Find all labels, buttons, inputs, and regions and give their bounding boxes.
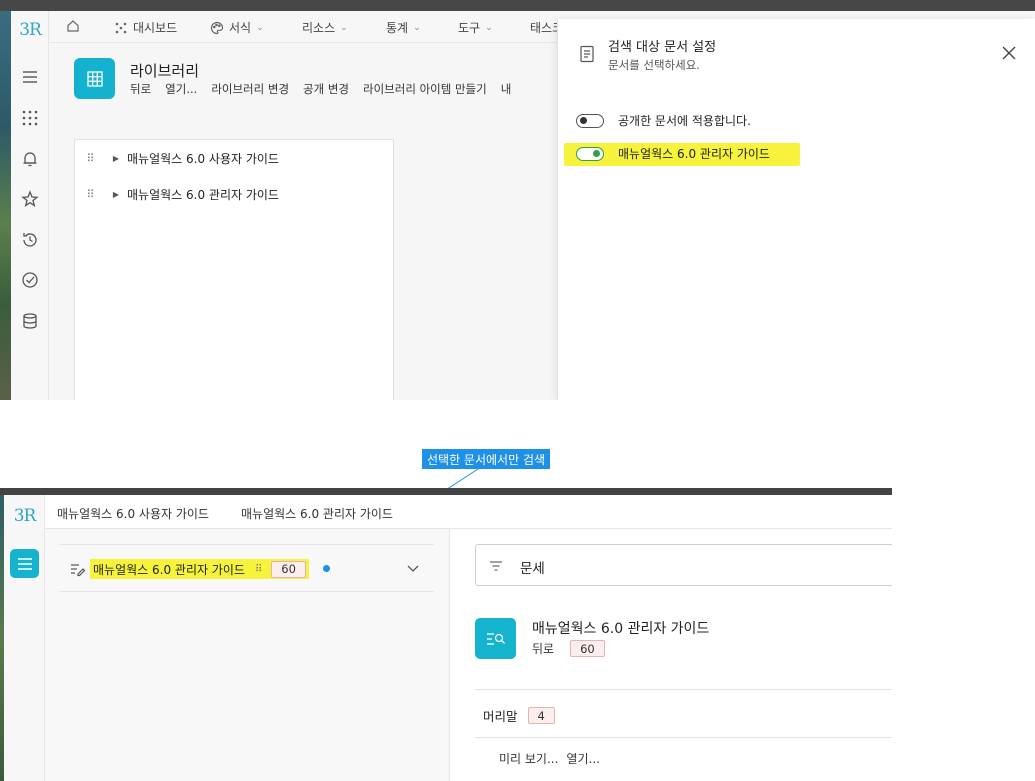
filter-icon[interactable]	[488, 558, 504, 574]
open-link[interactable]: 열기...	[566, 750, 600, 767]
search-results-panel: 문세 매뉴얼웍스 6.0 관리자 가이드 뒤로 60 머리말 4 미리 보기..…	[451, 529, 892, 781]
selected-document-row[interactable]: 매뉴얼웍스 6.0 관리자 가이드 ⠿ 60	[60, 544, 434, 592]
chevron-down-icon[interactable]	[406, 560, 420, 574]
toggle-label: 공개한 문서에 적용합니다.	[618, 114, 751, 128]
search-document-icon	[475, 618, 516, 659]
chevron-down-icon: ⌄	[413, 22, 421, 33]
app-logo[interactable]: 3R	[11, 20, 49, 40]
expand-triangle-icon[interactable]: ▶	[105, 190, 127, 199]
chevron-down-icon: ⌄	[340, 22, 348, 33]
section-label: 머리말	[483, 709, 518, 724]
left-rail: 3R	[4, 495, 45, 781]
divider	[475, 737, 892, 738]
result-actions: 미리 보기... 열기...	[499, 750, 600, 767]
more-link[interactable]: 내	[501, 81, 512, 97]
star-icon[interactable]	[21, 190, 39, 208]
tree-item-label: 매뉴얼웍스 6.0 관리자 가이드	[127, 187, 279, 202]
tab-user-guide[interactable]: 매뉴얼웍스 6.0 사용자 가이드	[57, 505, 209, 522]
nav-label: 통계	[386, 21, 409, 35]
search-target-drawer: 검색 대상 문서 설정 문서를 선택하세요. 공개한 문서에 적용합니다. 매뉴…	[557, 19, 1035, 400]
hamburger-icon	[17, 557, 32, 570]
admin-guide-toggle[interactable]	[576, 146, 604, 161]
tab-admin-guide[interactable]: 매뉴얼웍스 6.0 관리자 가이드	[241, 505, 393, 522]
table-grid-icon	[74, 58, 115, 99]
chevron-down-icon: ⌄	[485, 22, 493, 33]
nav-label: 도구	[458, 21, 481, 35]
selected-document-label: 매뉴얼웍스 6.0 관리자 가이드	[93, 562, 245, 577]
bottom-screenshot: 3R 매뉴얼웍스 6.0 사용자 가이드 매뉴얼웍스 6.0 관리자 가이드 매…	[0, 488, 892, 781]
nav-label: 대시보드	[133, 21, 178, 35]
window-top-strip	[0, 488, 892, 495]
count-badge: 60	[570, 640, 605, 657]
nav-dashboard[interactable]: 대시보드	[114, 19, 177, 36]
toggle-row-public[interactable]: 공개한 문서에 적용합니다.	[576, 112, 751, 129]
library-actions: 뒤로 열기... 라이브러리 변경 공개 변경 라이브러리 아이템 만들기 내	[130, 81, 511, 97]
expand-triangle-icon[interactable]: ▶	[105, 154, 127, 163]
app-logo[interactable]: 3R	[4, 506, 45, 526]
history-icon[interactable]	[21, 231, 39, 249]
palette-icon	[210, 21, 224, 35]
selected-document-highlight: 매뉴얼웍스 6.0 관리자 가이드 ⠿ 60	[90, 559, 309, 579]
back-link[interactable]: 뒤로	[130, 81, 151, 97]
drawer-title: 검색 대상 문서 설정	[608, 40, 717, 55]
callout-anchor-dot	[323, 565, 330, 572]
document-tabs: 매뉴얼웍스 6.0 사용자 가이드 매뉴얼웍스 6.0 관리자 가이드	[45, 495, 892, 529]
menu-button[interactable]	[10, 549, 39, 578]
tree-item[interactable]: ⠿ ▶ 매뉴얼웍스 6.0 사용자 가이드	[75, 147, 393, 169]
edit-list-icon[interactable]	[70, 561, 86, 577]
highlight-marker: 매뉴얼웍스 6.0 관리자 가이드	[564, 143, 800, 166]
nav-label: 리소스	[302, 21, 336, 35]
bell-icon[interactable]	[21, 150, 39, 168]
dashboard-icon	[114, 21, 128, 35]
left-rail: 3R	[11, 11, 49, 400]
drag-handle-icon[interactable]: ⠿	[75, 188, 105, 201]
result-meta: 뒤로 60	[532, 640, 605, 657]
window-top-strip	[0, 0, 1035, 11]
close-icon[interactable]	[1001, 45, 1017, 61]
change-public-link[interactable]: 공개 변경	[303, 81, 349, 97]
page-title: 라이브러리	[130, 62, 200, 80]
search-input[interactable]: 문세	[475, 544, 892, 586]
create-library-item-link[interactable]: 라이브러리 아이템 만들기	[363, 81, 487, 97]
change-library-link[interactable]: 라이브러리 변경	[211, 81, 289, 97]
toggle-row-admin-guide[interactable]: 매뉴얼웍스 6.0 관리자 가이드	[564, 143, 800, 166]
tree-item-label: 매뉴얼웍스 6.0 사용자 가이드	[127, 151, 279, 166]
selected-documents-panel: 매뉴얼웍스 6.0 관리자 가이드 ⠿ 60	[45, 529, 450, 781]
home-icon	[66, 19, 80, 33]
preview-link[interactable]: 미리 보기...	[499, 750, 558, 767]
grid-dots-icon[interactable]	[21, 109, 39, 127]
database-icon[interactable]	[21, 312, 39, 330]
chevron-down-icon: ⌄	[256, 22, 264, 33]
library-tree-panel: ⠿ ▶ 매뉴얼웍스 6.0 사용자 가이드 ⠿ ▶ 매뉴얼웍스 6.0 관리자 …	[74, 139, 394, 400]
count-badge: 4	[527, 707, 555, 724]
document-icon	[578, 45, 596, 63]
toggle-label: 매뉴얼웍스 6.0 관리자 가이드	[618, 147, 770, 161]
drag-handle-icon[interactable]: ⠿	[255, 564, 262, 575]
check-circle-icon[interactable]	[21, 271, 39, 289]
nav-statistics[interactable]: 통계 ⌄	[386, 19, 421, 36]
open-link[interactable]: 열기...	[165, 81, 197, 97]
drawer-subtitle: 문서를 선택하세요.	[608, 58, 700, 72]
drag-handle-icon[interactable]: ⠿	[75, 152, 105, 165]
section-row[interactable]: 머리말 4	[483, 706, 555, 725]
public-docs-toggle[interactable]	[576, 113, 604, 128]
tree-item[interactable]: ⠿ ▶ 매뉴얼웍스 6.0 관리자 가이드	[75, 183, 393, 205]
search-value: 문세	[520, 561, 545, 577]
divider	[475, 689, 892, 690]
nav-label: 서식	[229, 21, 252, 35]
hamburger-icon[interactable]	[21, 68, 39, 86]
nav-tools[interactable]: 도구 ⌄	[458, 19, 493, 36]
top-screenshot: 3R 대시보드 서식 ⌄ 리소스 ⌄ 통계 ⌄ 도구 ⌄ 태스크 라이브러리 뒤…	[0, 0, 1035, 400]
nav-resources[interactable]: 리소스 ⌄	[302, 19, 348, 36]
nav-home[interactable]	[66, 19, 80, 33]
callout-label: 선택한 문서에서만 검색	[422, 449, 551, 469]
result-title: 매뉴얼웍스 6.0 관리자 가이드	[532, 621, 710, 637]
nav-format[interactable]: 서식 ⌄	[210, 19, 264, 36]
desktop-background-edge	[0, 11, 11, 400]
back-link[interactable]: 뒤로	[532, 640, 554, 657]
count-badge: 60	[271, 560, 306, 578]
